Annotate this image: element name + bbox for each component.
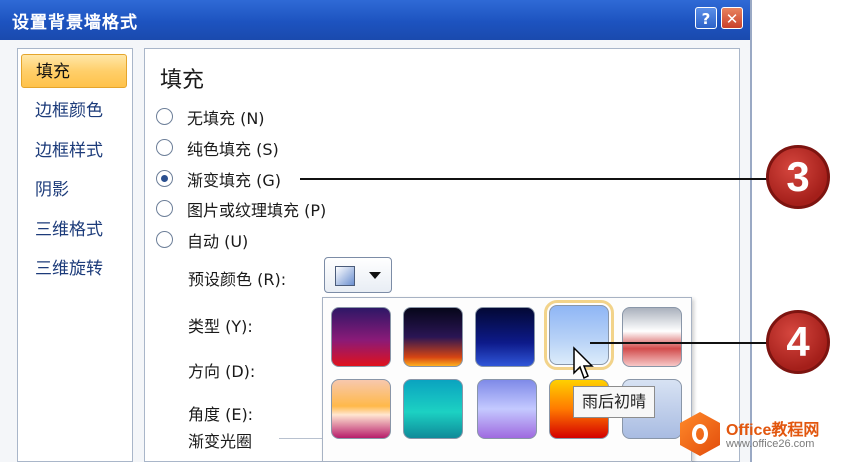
gradient-swatch-peach[interactable] xyxy=(331,379,391,439)
sidebar-item-border-color[interactable]: 边框颜色 xyxy=(21,94,127,128)
format-dialog: 设置背景墙格式 ? ✕ 填充 边框颜色 边框样式 阴影 三维格式 三维旋转 填充… xyxy=(0,0,752,462)
radio-button[interactable] xyxy=(156,108,173,125)
sidebar-item-3d-rotation[interactable]: 三维旋转 xyxy=(21,252,127,286)
gradient-preview-icon xyxy=(335,266,355,286)
gradient-swatch-teal[interactable] xyxy=(403,379,463,439)
radio-label: 无填充 (N) xyxy=(187,109,265,128)
gradient-swatch-silver-red[interactable] xyxy=(622,307,682,367)
watermark-name: Office教程网 xyxy=(726,422,820,439)
office-logo-icon xyxy=(680,412,720,456)
radio-button[interactable] xyxy=(156,231,173,248)
sidebar-item-border-style[interactable]: 边框样式 xyxy=(21,134,127,168)
direction-label: 方向 (D): xyxy=(188,362,256,381)
gradient-stops-label: 渐变光圈 xyxy=(188,432,253,451)
section-heading: 填充 xyxy=(160,68,205,93)
radio-label: 自动 (U) xyxy=(187,232,249,251)
sidebar-item-fill[interactable]: 填充 xyxy=(21,54,127,88)
divider xyxy=(279,438,323,439)
radio-label: 纯色填充 (S) xyxy=(187,140,279,159)
step-3-callout: 3 xyxy=(766,145,830,209)
chevron-down-icon xyxy=(369,272,381,279)
type-label: 类型 (Y): xyxy=(188,317,253,336)
watermark-url: www.office26.com xyxy=(726,438,815,450)
watermark: Office教程网 www.office26.com xyxy=(676,408,842,460)
sidebar-item-shadow[interactable]: 阴影 xyxy=(21,173,127,207)
radio-button[interactable] xyxy=(156,200,173,217)
tooltip: 雨后初晴 xyxy=(573,386,656,418)
radio-button[interactable] xyxy=(156,139,173,156)
radio-label: 渐变填充 (G) xyxy=(187,171,281,190)
gradient-swatch-dark-blue[interactable] xyxy=(475,307,535,367)
radio-button-checked[interactable] xyxy=(156,170,173,187)
gradient-swatch-purple-red[interactable] xyxy=(331,307,391,367)
callout-line-4 xyxy=(590,342,770,344)
angle-label: 角度 (E): xyxy=(188,405,254,424)
mouse-cursor-icon xyxy=(573,346,594,380)
sidebar-item-3d-format[interactable]: 三维格式 xyxy=(21,213,127,247)
title-bar[interactable]: 设置背景墙格式 ? ✕ xyxy=(0,0,750,40)
callout-line-3 xyxy=(300,178,770,180)
gradient-swatch-dark-orange[interactable] xyxy=(403,307,463,367)
radio-label: 图片或纹理填充 (P) xyxy=(187,201,327,220)
preset-colors-dropdown[interactable] xyxy=(324,257,392,293)
preset-colors-label: 预设颜色 (R): xyxy=(188,270,287,289)
help-button[interactable]: ? xyxy=(695,7,717,29)
gradient-swatch-lavender[interactable] xyxy=(477,379,537,439)
dialog-title: 设置背景墙格式 xyxy=(12,13,138,33)
close-button[interactable]: ✕ xyxy=(721,7,743,29)
step-4-callout: 4 xyxy=(766,310,830,374)
